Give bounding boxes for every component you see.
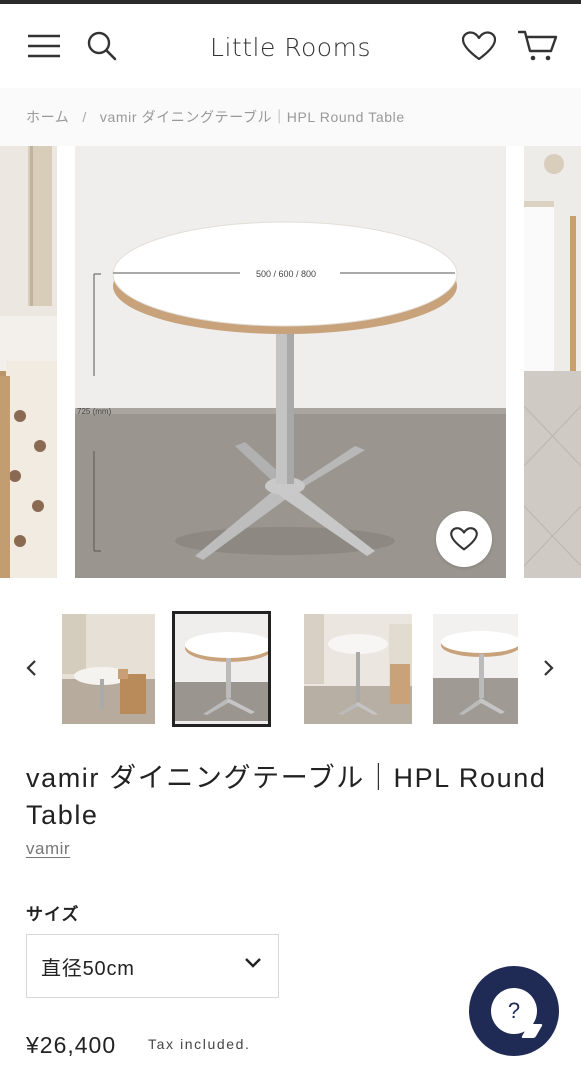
heart-icon bbox=[450, 527, 478, 551]
thumbnail-image bbox=[62, 614, 155, 724]
breadcrumb-home[interactable]: ホーム bbox=[26, 107, 69, 127]
thumbnail-prev-button[interactable] bbox=[16, 648, 46, 688]
add-to-wishlist-button[interactable] bbox=[436, 511, 492, 567]
thumbnail-4[interactable] bbox=[433, 614, 518, 724]
vendor-link[interactable]: vamir bbox=[26, 839, 70, 859]
thumbnail-next-button[interactable] bbox=[534, 648, 564, 688]
chevron-left-icon bbox=[26, 660, 36, 676]
dimension-height-label: 725 (mm) bbox=[77, 407, 112, 416]
tax-note: Tax included. bbox=[148, 1036, 251, 1052]
chevron-down-icon bbox=[245, 958, 261, 968]
thumbnail-1[interactable] bbox=[62, 614, 155, 724]
thumbnail-image bbox=[433, 614, 518, 724]
thumbnail-2[interactable] bbox=[172, 611, 271, 727]
dimension-width-label: 500 / 600 / 800 bbox=[256, 269, 316, 279]
gallery-slide-next[interactable] bbox=[524, 146, 581, 578]
cart-icon bbox=[518, 30, 558, 61]
breadcrumb: ホーム / vamir ダイニングテーブル｜HPL Round Table bbox=[0, 88, 581, 146]
chevron-right-icon bbox=[544, 660, 554, 676]
round-table-image: 500 / 600 / 800 725 (mm) bbox=[75, 146, 506, 578]
product-gallery[interactable]: 500 / 600 / 800 725 (mm) bbox=[0, 146, 581, 582]
breadcrumb-separator: / bbox=[82, 109, 87, 125]
help-chat-button[interactable]: ? bbox=[469, 966, 559, 1056]
product-title: vamir ダイニングテーブル｜HPL Round Table bbox=[26, 763, 547, 830]
thumbnail-strip bbox=[0, 596, 581, 736]
wishlist-button[interactable] bbox=[459, 4, 499, 88]
size-select-value: 直径50cm bbox=[41, 957, 135, 980]
breadcrumb-current: vamir ダイニングテーブル｜HPL Round Table bbox=[99, 109, 405, 125]
thumbnail-image bbox=[304, 614, 412, 724]
thumbnail-image bbox=[175, 614, 268, 721]
product-price: ¥26,400 bbox=[26, 1032, 117, 1058]
site-header: Little Rooms bbox=[0, 4, 581, 88]
size-select[interactable]: 直径50cm bbox=[26, 934, 279, 998]
gallery-slide-previous[interactable] bbox=[0, 146, 57, 578]
cart-button[interactable] bbox=[515, 4, 561, 88]
size-option-label: サイズ bbox=[26, 905, 80, 924]
next-slide-image bbox=[524, 146, 581, 578]
heart-icon bbox=[462, 31, 496, 61]
thumbnail-3[interactable] bbox=[304, 614, 412, 724]
help-icon: ? bbox=[491, 988, 537, 1034]
help-symbol: ? bbox=[507, 998, 521, 1023]
gallery-slide-main[interactable]: 500 / 600 / 800 725 (mm) bbox=[75, 146, 506, 578]
previous-slide-image bbox=[0, 146, 57, 578]
